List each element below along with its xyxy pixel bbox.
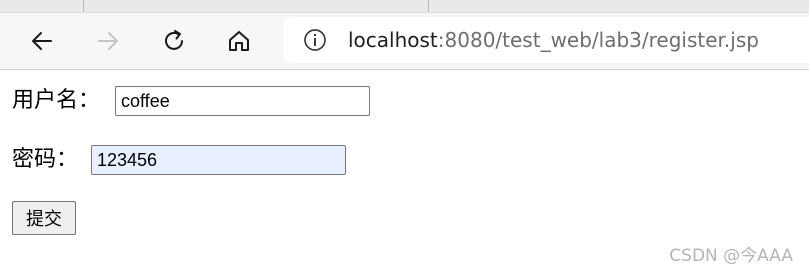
url-host: localhost	[348, 28, 438, 52]
forward-button[interactable]	[90, 23, 126, 59]
tab-separator	[83, 0, 84, 12]
tab-separator	[428, 0, 429, 12]
forward-arrow-icon	[98, 32, 118, 50]
password-input[interactable]	[91, 145, 346, 175]
page-content: 用户名： 密码： 提交 CSDN @今AAA	[0, 70, 809, 274]
reload-button[interactable]	[156, 23, 192, 59]
submit-button[interactable]: 提交	[12, 201, 76, 235]
home-button[interactable]	[221, 23, 257, 59]
info-icon[interactable]	[303, 28, 327, 52]
url-path: :8080/test_web/lab3/register.jsp	[437, 28, 759, 52]
watermark: CSDN @今AAA	[669, 246, 793, 266]
home-icon	[229, 31, 249, 51]
back-button[interactable]	[24, 23, 60, 59]
username-label: 用户名：	[12, 88, 101, 113]
url-text[interactable]: localhost:8080/test_web/lab3/register.js…	[348, 27, 759, 53]
reload-icon	[165, 30, 183, 50]
username-input[interactable]	[115, 86, 370, 116]
browser-toolbar: localhost:8080/test_web/lab3/register.js…	[0, 13, 809, 70]
address-bar[interactable]: localhost:8080/test_web/lab3/register.js…	[283, 17, 809, 63]
password-label: 密码：	[12, 147, 79, 172]
tab-strip	[0, 0, 809, 13]
back-arrow-icon	[32, 32, 52, 50]
